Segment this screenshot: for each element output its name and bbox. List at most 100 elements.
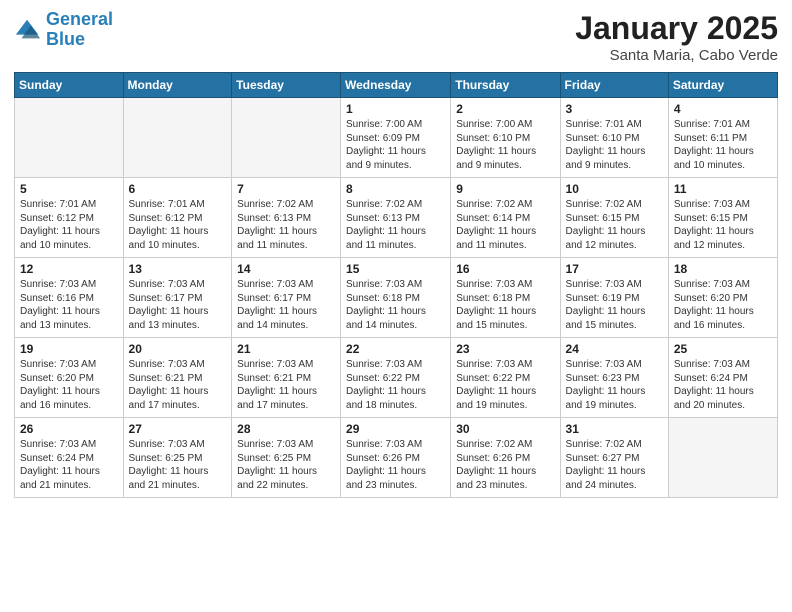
- calendar-cell: 23 Sunrise: 7:03 AM Sunset: 6:22 PM Dayli…: [451, 338, 560, 418]
- day-number: 21: [237, 342, 335, 356]
- day-info: Sunrise: 7:03 AM Sunset: 6:25 PM Dayligh…: [129, 438, 227, 492]
- day-info: Sunrise: 7:03 AM Sunset: 6:18 PM Dayligh…: [456, 278, 554, 332]
- calendar-cell: 27 Sunrise: 7:03 AM Sunset: 6:25 PM Dayli…: [123, 418, 232, 498]
- day-info: Sunrise: 7:03 AM Sunset: 6:18 PM Dayligh…: [346, 278, 445, 332]
- calendar-cell: 12 Sunrise: 7:03 AM Sunset: 6:16 PM Dayli…: [15, 258, 124, 338]
- calendar-cell: 30Sunrise: 7:02 AM Sunset: 6:26 PM Dayli…: [451, 418, 560, 498]
- day-info: Sunrise: 7:03 AM Sunset: 6:21 PM Dayligh…: [237, 358, 335, 412]
- title-block: January 2025 Santa Maria, Cabo Verde: [575, 10, 778, 64]
- day-number: 29: [346, 422, 445, 436]
- calendar-cell: 20 Sunrise: 7:03 AM Sunset: 6:21 PM Dayli…: [123, 338, 232, 418]
- day-info: Sunrise: 7:01 AM Sunset: 6:12 PM Dayligh…: [129, 198, 227, 252]
- day-info: Sunrise: 7:03 AM Sunset: 6:24 PM Dayligh…: [20, 438, 118, 492]
- day-number: 9: [456, 182, 554, 196]
- day-number: 27: [129, 422, 227, 436]
- calendar-week-row: 1 Sunrise: 7:00 AM Sunset: 6:09 PM Daylig…: [15, 98, 778, 178]
- calendar-header-row: SundayMondayTuesdayWednesdayThursdayFrid…: [15, 73, 778, 98]
- day-info: Sunrise: 7:03 AM Sunset: 6:19 PM Dayligh…: [566, 278, 663, 332]
- calendar-header-day: Wednesday: [341, 73, 451, 98]
- day-info: Sunrise: 7:03 AM Sunset: 6:22 PM Dayligh…: [456, 358, 554, 412]
- day-info: Sunrise: 7:03 AM Sunset: 6:24 PM Dayligh…: [674, 358, 772, 412]
- day-info: Sunrise: 7:02 AM Sunset: 6:13 PM Dayligh…: [346, 198, 445, 252]
- day-number: 22: [346, 342, 445, 356]
- logo-icon: [14, 16, 42, 44]
- sub-title: Santa Maria, Cabo Verde: [575, 47, 778, 64]
- calendar-cell: 8 Sunrise: 7:02 AM Sunset: 6:13 PM Daylig…: [341, 178, 451, 258]
- day-number: 7: [237, 182, 335, 196]
- calendar-cell: 11 Sunrise: 7:03 AM Sunset: 6:15 PM Dayli…: [668, 178, 777, 258]
- calendar-header-day: Sunday: [15, 73, 124, 98]
- calendar-header-day: Friday: [560, 73, 668, 98]
- calendar-cell: 2Sunrise: 7:00 AM Sunset: 6:10 PM Daylig…: [451, 98, 560, 178]
- day-info: Sunrise: 7:03 AM Sunset: 6:16 PM Dayligh…: [20, 278, 118, 332]
- day-number: 3: [566, 102, 663, 116]
- day-info: Sunrise: 7:03 AM Sunset: 6:17 PM Dayligh…: [129, 278, 227, 332]
- logo-text: General Blue: [46, 10, 113, 50]
- calendar-cell: 21 Sunrise: 7:03 AM Sunset: 6:21 PM Dayli…: [232, 338, 341, 418]
- calendar-cell: 29 Sunrise: 7:03 AM Sunset: 6:26 PM Dayli…: [341, 418, 451, 498]
- day-number: 6: [129, 182, 227, 196]
- day-info: Sunrise: 7:01 AM Sunset: 6:11 PM Dayligh…: [674, 118, 772, 172]
- day-info: Sunrise: 7:03 AM Sunset: 6:20 PM Dayligh…: [674, 278, 772, 332]
- calendar-cell: [232, 98, 341, 178]
- logo: General Blue: [14, 10, 113, 50]
- day-info: Sunrise: 7:00 AM Sunset: 6:10 PM Dayligh…: [456, 118, 554, 172]
- calendar-cell: 15Sunrise: 7:03 AM Sunset: 6:18 PM Dayli…: [341, 258, 451, 338]
- day-number: 16: [456, 262, 554, 276]
- calendar: SundayMondayTuesdayWednesdayThursdayFrid…: [14, 72, 778, 498]
- day-info: Sunrise: 7:03 AM Sunset: 6:26 PM Dayligh…: [346, 438, 445, 492]
- day-info: Sunrise: 7:02 AM Sunset: 6:15 PM Dayligh…: [566, 198, 663, 252]
- day-info: Sunrise: 7:02 AM Sunset: 6:27 PM Dayligh…: [566, 438, 663, 492]
- calendar-cell: 4Sunrise: 7:01 AM Sunset: 6:11 PM Daylig…: [668, 98, 777, 178]
- day-info: Sunrise: 7:01 AM Sunset: 6:12 PM Dayligh…: [20, 198, 118, 252]
- day-number: 10: [566, 182, 663, 196]
- calendar-cell: 7 Sunrise: 7:02 AM Sunset: 6:13 PM Daylig…: [232, 178, 341, 258]
- day-number: 18: [674, 262, 772, 276]
- day-number: 24: [566, 342, 663, 356]
- day-number: 5: [20, 182, 118, 196]
- calendar-header-day: Thursday: [451, 73, 560, 98]
- day-number: 12: [20, 262, 118, 276]
- day-info: Sunrise: 7:03 AM Sunset: 6:15 PM Dayligh…: [674, 198, 772, 252]
- day-number: 17: [566, 262, 663, 276]
- day-info: Sunrise: 7:03 AM Sunset: 6:23 PM Dayligh…: [566, 358, 663, 412]
- day-info: Sunrise: 7:02 AM Sunset: 6:13 PM Dayligh…: [237, 198, 335, 252]
- day-number: 14: [237, 262, 335, 276]
- calendar-cell: 31 Sunrise: 7:02 AM Sunset: 6:27 PM Dayli…: [560, 418, 668, 498]
- calendar-week-row: 26Sunrise: 7:03 AM Sunset: 6:24 PM Dayli…: [15, 418, 778, 498]
- calendar-cell: [668, 418, 777, 498]
- main-title: January 2025: [575, 10, 778, 47]
- day-info: Sunrise: 7:00 AM Sunset: 6:09 PM Dayligh…: [346, 118, 445, 172]
- day-info: Sunrise: 7:03 AM Sunset: 6:21 PM Dayligh…: [129, 358, 227, 412]
- day-number: 8: [346, 182, 445, 196]
- calendar-cell: 26Sunrise: 7:03 AM Sunset: 6:24 PM Dayli…: [15, 418, 124, 498]
- page: General Blue January 2025 Santa Maria, C…: [0, 0, 792, 612]
- calendar-header-day: Tuesday: [232, 73, 341, 98]
- day-info: Sunrise: 7:02 AM Sunset: 6:14 PM Dayligh…: [456, 198, 554, 252]
- calendar-cell: [123, 98, 232, 178]
- day-info: Sunrise: 7:03 AM Sunset: 6:20 PM Dayligh…: [20, 358, 118, 412]
- calendar-cell: 17 Sunrise: 7:03 AM Sunset: 6:19 PM Dayli…: [560, 258, 668, 338]
- calendar-week-row: 19 Sunrise: 7:03 AM Sunset: 6:20 PM Dayli…: [15, 338, 778, 418]
- day-number: 23: [456, 342, 554, 356]
- day-number: 1: [346, 102, 445, 116]
- day-number: 31: [566, 422, 663, 436]
- logo-line2: Blue: [46, 29, 85, 49]
- day-number: 20: [129, 342, 227, 356]
- calendar-header-day: Monday: [123, 73, 232, 98]
- calendar-cell: 10 Sunrise: 7:02 AM Sunset: 6:15 PM Dayli…: [560, 178, 668, 258]
- day-number: 19: [20, 342, 118, 356]
- day-number: 30: [456, 422, 554, 436]
- calendar-cell: 5 Sunrise: 7:01 AM Sunset: 6:12 PM Daylig…: [15, 178, 124, 258]
- day-info: Sunrise: 7:03 AM Sunset: 6:17 PM Dayligh…: [237, 278, 335, 332]
- calendar-cell: 1 Sunrise: 7:00 AM Sunset: 6:09 PM Daylig…: [341, 98, 451, 178]
- header: General Blue January 2025 Santa Maria, C…: [14, 10, 778, 64]
- day-info: Sunrise: 7:03 AM Sunset: 6:25 PM Dayligh…: [237, 438, 335, 492]
- calendar-cell: 22 Sunrise: 7:03 AM Sunset: 6:22 PM Dayli…: [341, 338, 451, 418]
- calendar-cell: 3Sunrise: 7:01 AM Sunset: 6:10 PM Daylig…: [560, 98, 668, 178]
- calendar-cell: 6 Sunrise: 7:01 AM Sunset: 6:12 PM Daylig…: [123, 178, 232, 258]
- day-number: 11: [674, 182, 772, 196]
- day-info: Sunrise: 7:03 AM Sunset: 6:22 PM Dayligh…: [346, 358, 445, 412]
- day-number: 13: [129, 262, 227, 276]
- calendar-cell: 9 Sunrise: 7:02 AM Sunset: 6:14 PM Daylig…: [451, 178, 560, 258]
